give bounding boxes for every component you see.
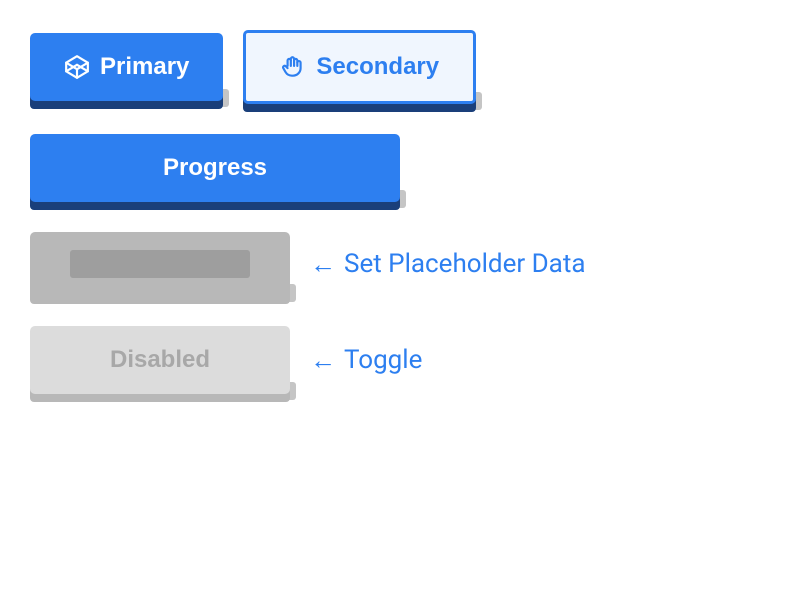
arrow-left-icon: ← xyxy=(310,345,336,376)
disabled-button: Disabled xyxy=(30,326,290,394)
placeholder-button-wrapper xyxy=(30,232,290,296)
button-row-4: Disabled ← Toggle xyxy=(30,326,770,394)
arrow-left-icon: ← xyxy=(310,249,336,280)
set-placeholder-link[interactable]: ← Set Placeholder Data xyxy=(310,249,585,280)
toggle-link[interactable]: ← Toggle xyxy=(310,345,422,376)
primary-button[interactable]: Primary xyxy=(30,33,223,101)
cube-icon xyxy=(64,54,90,80)
secondary-button-wrapper: Secondary xyxy=(243,30,476,104)
placeholder-button[interactable] xyxy=(30,232,290,296)
secondary-button-label: Secondary xyxy=(316,53,439,81)
disabled-button-label: Disabled xyxy=(110,346,210,374)
hand-icon xyxy=(280,54,306,80)
progress-button-label: Progress xyxy=(163,154,267,182)
progress-button[interactable]: Progress xyxy=(30,134,400,202)
set-placeholder-label: Set Placeholder Data xyxy=(344,249,585,279)
progress-button-wrapper: Progress xyxy=(30,134,400,202)
button-row-1: Primary Secondary xyxy=(30,30,770,104)
primary-button-label: Primary xyxy=(100,53,189,81)
toggle-label: Toggle xyxy=(344,345,422,375)
button-row-2: Progress xyxy=(30,134,770,202)
placeholder-bar xyxy=(70,250,250,278)
disabled-button-wrapper: Disabled xyxy=(30,326,290,394)
button-row-3: ← Set Placeholder Data xyxy=(30,232,770,296)
secondary-button[interactable]: Secondary xyxy=(243,30,476,104)
primary-button-wrapper: Primary xyxy=(30,33,223,101)
